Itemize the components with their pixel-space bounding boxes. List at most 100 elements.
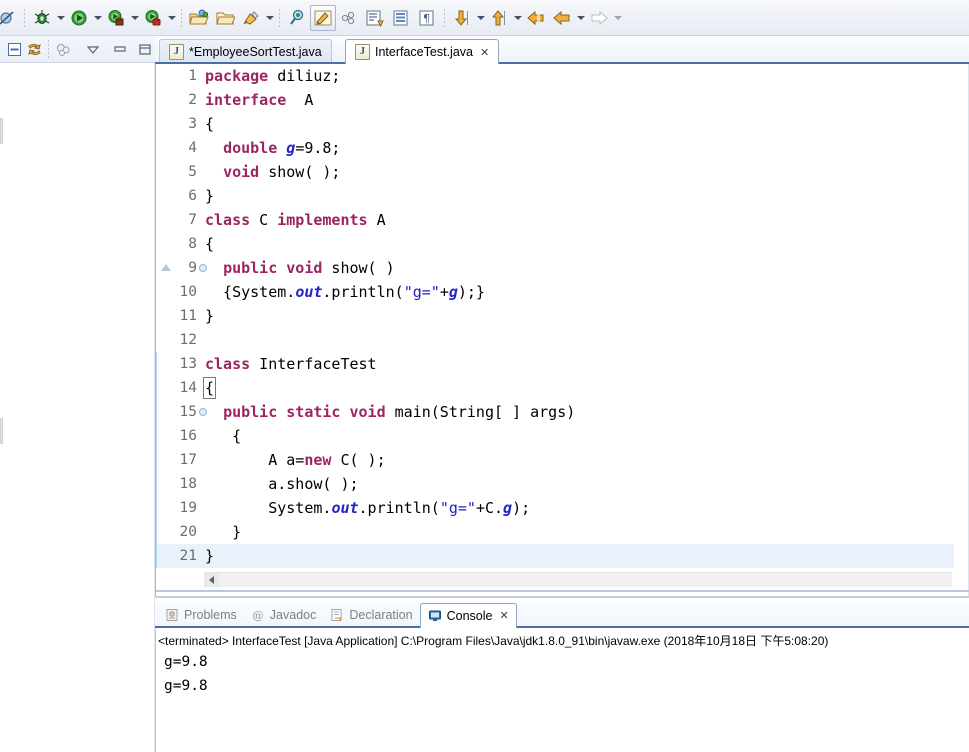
code-line[interactable]: 10 {System.out.println("g="+g);} — [157, 280, 954, 304]
bottom-view-tab-bar: Problems @ Javadoc Declaration Console ✕ — [155, 602, 969, 630]
tab-console[interactable]: Console ✕ — [419, 602, 517, 630]
open-task-dropdown-arrow[interactable] — [264, 6, 275, 30]
code-line[interactable]: 6} — [157, 184, 954, 208]
coverage-dropdown-arrow[interactable] — [166, 6, 177, 30]
next-annotation-dropdown-arrow[interactable] — [475, 6, 486, 30]
new-annotation-icon[interactable] — [388, 5, 414, 31]
run-coverage-icon[interactable] — [140, 5, 166, 31]
external-tools-dropdown-arrow[interactable] — [129, 6, 140, 30]
new-java-class-icon[interactable] — [362, 5, 388, 31]
link-icon[interactable] — [336, 5, 362, 31]
run-dropdown-arrow[interactable] — [92, 6, 103, 30]
code-line[interactable]: 9 public void show( ) — [157, 256, 954, 280]
code-line[interactable]: 2 interface A — [157, 88, 954, 112]
forward-dropdown-arrow[interactable] — [612, 6, 623, 30]
code-line[interactable]: 17 A a=new C( ); — [157, 448, 954, 472]
code-line[interactable]: 20 } — [157, 520, 954, 544]
forward-icon[interactable] — [586, 5, 612, 31]
previous-annotation-icon[interactable] — [486, 5, 512, 31]
code-line-text: } — [205, 547, 215, 565]
code-line-text: double g=9.8; — [223, 139, 341, 157]
code-line[interactable]: 7 class C implements A — [157, 208, 954, 232]
open-type-icon[interactable] — [212, 5, 238, 31]
previous-annotation-dropdown-arrow[interactable] — [512, 6, 523, 30]
console-icon — [428, 609, 442, 623]
paragraph-icon[interactable]: ¶ — [414, 5, 440, 31]
code-line[interactable]: 1 package diliuz; — [157, 64, 954, 88]
code-line-text: void show( ); — [223, 163, 341, 181]
toolbar-group-open — [186, 5, 275, 31]
new-java-package-icon[interactable] — [186, 5, 212, 31]
left-view-content[interactable] — [0, 63, 155, 752]
line-number: 9 — [188, 260, 197, 276]
tab-employee-sort-test[interactable]: J *EmployeeSortTest.java — [159, 39, 332, 64]
left-view-panel — [0, 36, 155, 752]
line-number: 14 — [179, 380, 197, 396]
tab-label: *EmployeeSortTest.java — [189, 45, 322, 59]
sash-handle-lower[interactable] — [0, 418, 3, 444]
pencil-edit-icon[interactable] — [310, 4, 336, 31]
skip-breakpoints-icon[interactable] — [0, 5, 20, 31]
code-line-text: } — [205, 307, 215, 325]
focus-on-active-task-icon[interactable] — [52, 39, 73, 59]
code-line[interactable]: 15 public static void main(String[ ] arg… — [157, 400, 954, 424]
open-task-icon[interactable] — [238, 5, 264, 31]
last-edit-location-icon[interactable] — [523, 5, 549, 31]
left-toolbar-separator — [48, 40, 50, 58]
search-icon[interactable] — [284, 5, 310, 31]
line-number: 8 — [188, 236, 197, 252]
minimize-view-icon[interactable] — [110, 39, 131, 59]
console-body[interactable]: <terminated> InterfaceTest [Java Applica… — [155, 628, 969, 752]
line-number: 19 — [179, 500, 197, 516]
collapse-all-icon[interactable] — [4, 39, 25, 59]
code-line[interactable]: 18 a.show( ); — [157, 472, 954, 496]
back-icon[interactable] — [549, 5, 575, 31]
toolbar-group-history-nav — [523, 5, 623, 31]
code-line[interactable]: 5 void show( ); — [157, 160, 954, 184]
line-number: 17 — [179, 452, 197, 468]
code-line[interactable]: 16 { — [157, 424, 954, 448]
tab-interface-test[interactable]: J InterfaceTest.java ✕ — [345, 39, 500, 66]
debug-dropdown-arrow[interactable] — [55, 6, 66, 30]
code-line-text: System.out.println("g="+C.g); — [205, 499, 531, 517]
maximize-view-icon[interactable] — [134, 39, 155, 59]
view-menu-icon[interactable] — [83, 39, 104, 59]
tab-label: Javadoc — [269, 608, 317, 622]
code-line[interactable]: 11} — [157, 304, 954, 328]
editor-horizontal-scrollbar[interactable] — [204, 572, 952, 587]
tab-declaration[interactable]: Declaration — [323, 603, 419, 627]
code-line[interactable]: 8{ — [157, 232, 954, 256]
code-line-text: {System.out.println("g="+g);} — [205, 283, 485, 301]
run-external-tools-icon[interactable] — [103, 5, 129, 31]
code-line-text: public void show( ) — [223, 259, 395, 277]
scroll-left-arrow[interactable] — [204, 573, 218, 587]
code-line[interactable]: 3{ — [157, 112, 954, 136]
line-number: 3 — [188, 116, 197, 132]
code-line[interactable]: 13 class InterfaceTest — [157, 352, 954, 376]
code-line-text: { — [205, 235, 215, 253]
back-dropdown-arrow[interactable] — [575, 6, 586, 30]
link-with-editor-icon[interactable] — [25, 39, 46, 59]
svg-text:@: @ — [252, 609, 263, 622]
close-icon[interactable]: ✕ — [480, 46, 489, 59]
java-file-icon: J — [169, 44, 184, 60]
close-icon[interactable]: ✕ — [499, 609, 508, 622]
code-line[interactable]: 12 — [157, 328, 954, 352]
sash-handle-upper[interactable] — [0, 118, 3, 144]
tab-problems[interactable]: Problems — [158, 603, 244, 627]
toolbar-group-annotation-nav — [449, 5, 523, 31]
code-line[interactable]: 4 double g=9.8; — [157, 136, 954, 160]
debug-icon[interactable] — [29, 5, 55, 31]
code-line-text: public static void main(String[ ] args) — [223, 403, 576, 421]
code-line[interactable]: 19 System.out.println("g="+C.g); — [157, 496, 954, 520]
code-line[interactable]: 21} — [157, 544, 954, 568]
run-icon[interactable] — [66, 5, 92, 31]
code-line-text: package diliuz; — [205, 67, 341, 85]
code-line-text: { — [205, 427, 242, 445]
next-annotation-icon[interactable] — [449, 5, 475, 31]
tab-javadoc[interactable]: @ Javadoc — [244, 603, 324, 627]
tab-label: Console — [446, 608, 493, 623]
code-line-text: } — [205, 187, 215, 205]
code-line[interactable]: 14 { — [157, 376, 954, 400]
code-editor-text[interactable]: 1 package diliuz; 2 interface A 3{4 double g… — [157, 64, 954, 570]
